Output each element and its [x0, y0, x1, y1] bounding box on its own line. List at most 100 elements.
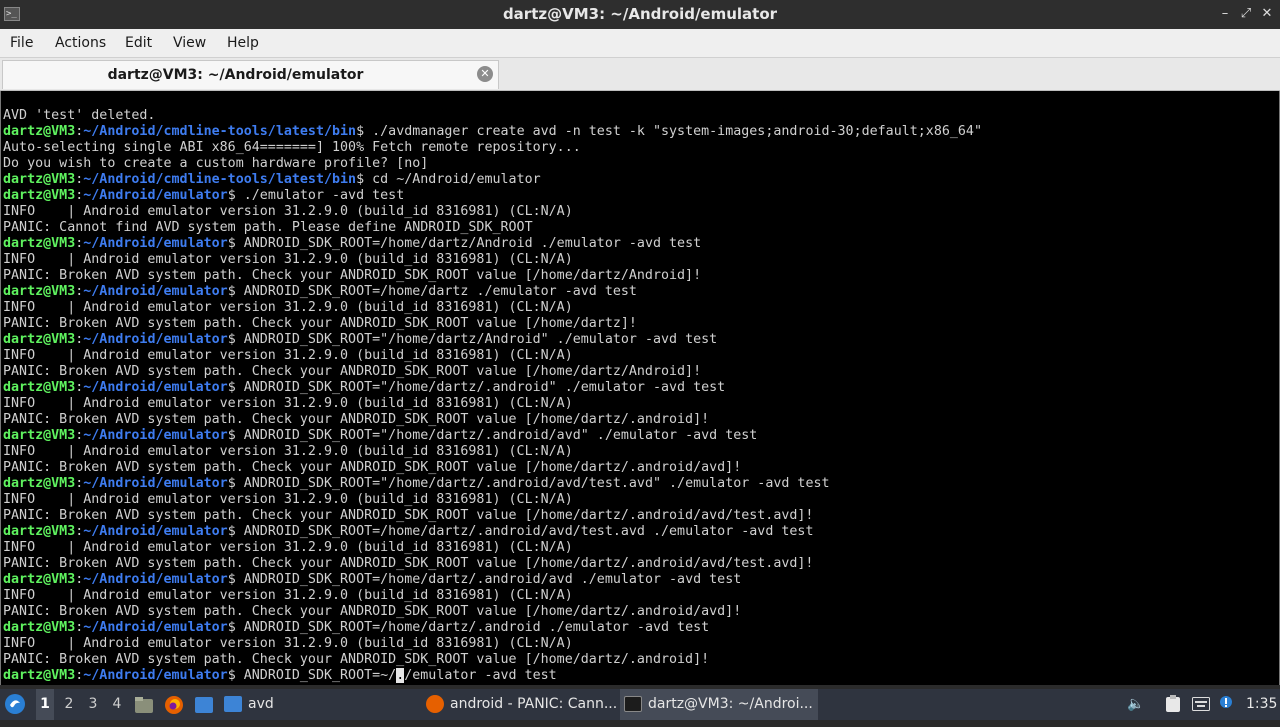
terminal-line: dartz@VM3:~/Android/emulator$ ANDROID_SD…	[3, 284, 982, 300]
clipboard-icon[interactable]	[1162, 689, 1184, 720]
terminal-line: dartz@VM3:~/Android/cmdline-tools/latest…	[3, 172, 982, 188]
prompt-path: ~/Android/cmdline-tools/latest/bin	[83, 172, 357, 187]
output-text: INFO | Android emulator version 31.2.9.0…	[3, 252, 573, 267]
command-text: ./avdmanager create avd -n test -k "syst…	[364, 124, 982, 139]
start-menu-icon[interactable]	[4, 689, 28, 720]
terminal-line: PANIC: Broken AVD system path. Check you…	[3, 460, 982, 476]
menu-edit[interactable]: Edit	[125, 29, 152, 57]
terminal-line: PANIC: Broken AVD system path. Check you…	[3, 604, 982, 620]
output-text: PANIC: Broken AVD system path. Check you…	[3, 268, 702, 283]
maximize-icon[interactable]: ⤢	[1238, 6, 1254, 22]
command-text: ANDROID_SDK_ROOT="/home/dartz/.android/a…	[235, 428, 758, 443]
output-text: INFO | Android emulator version 31.2.9.0…	[3, 300, 573, 315]
terminal-line: PANIC: Broken AVD system path. Check you…	[3, 268, 982, 284]
task-terminal[interactable]: dartz@VM3: ~/Androi...	[620, 689, 818, 720]
output-text: INFO | Android emulator version 31.2.9.0…	[3, 204, 573, 219]
menu-help[interactable]: Help	[227, 29, 259, 57]
command-text: ANDROID_SDK_ROOT="/home/dartz/Android" .…	[235, 332, 718, 347]
file-manager-icon[interactable]	[134, 689, 154, 720]
command-text: ANDROID_SDK_ROOT="/home/dartz/.android/a…	[235, 476, 830, 491]
terminal-line: dartz@VM3:~/Android/emulator$ ANDROID_SD…	[3, 524, 982, 540]
prompt-symbol: $	[227, 284, 236, 299]
prompt-path: ~/Android/emulator	[83, 380, 228, 395]
prompt-path: ~/Android/emulator	[83, 476, 228, 491]
clock[interactable]: 1:35	[1246, 689, 1278, 720]
prompt-symbol: $	[227, 188, 236, 203]
window-titlebar[interactable]: >_ dartz@VM3: ~/Android/emulator – ⤢ ✕	[0, 0, 1280, 29]
show-desktop-icon[interactable]	[194, 689, 214, 720]
command-text-after-cursor: /emulator -avd test	[404, 668, 557, 683]
prompt-user: dartz@VM3	[3, 620, 76, 635]
output-text: INFO | Android emulator version 31.2.9.0…	[3, 636, 573, 651]
prompt-path: ~/Android/emulator	[83, 236, 228, 251]
window-title: dartz@VM3: ~/Android/emulator	[502, 5, 778, 23]
menu-bar: File Actions Edit View Help	[0, 29, 1280, 58]
update-notifier-icon[interactable]	[1216, 689, 1236, 720]
output-text: PANIC: Broken AVD system path. Check you…	[3, 508, 814, 523]
terminal-line: INFO | Android emulator version 31.2.9.0…	[3, 444, 982, 460]
terminal-line: PANIC: Broken AVD system path. Check you…	[3, 556, 982, 572]
task-folder-avd[interactable]: avd	[224, 689, 344, 720]
close-circle-icon[interactable]: ✕	[477, 66, 493, 82]
terminal-lines: AVD 'test' deleted. dartz@VM3:~/Android/c…	[3, 108, 982, 684]
prompt-user: dartz@VM3	[3, 172, 76, 187]
prompt-path: ~/Android/emulator	[83, 524, 228, 539]
terminal-line: dartz@VM3:~/Android/emulator$ ANDROID_SD…	[3, 620, 982, 636]
prompt-path: ~/Android/emulator	[83, 668, 228, 683]
close-icon[interactable]: ✕	[1259, 6, 1275, 22]
terminal-line: dartz@VM3:~/Android/emulator$ ANDROID_SD…	[3, 236, 982, 252]
prompt-path: ~/Android/emulator	[83, 572, 228, 587]
terminal-line: INFO | Android emulator version 31.2.9.0…	[3, 204, 982, 220]
menu-view[interactable]: View	[173, 29, 206, 57]
menu-file[interactable]: File	[10, 29, 33, 57]
terminal-line: INFO | Android emulator version 31.2.9.0…	[3, 348, 982, 364]
output-text: PANIC: Broken AVD system path. Check you…	[3, 412, 710, 427]
terminal-line: Do you wish to create a custom hardware …	[3, 156, 982, 172]
terminal-icon	[624, 696, 642, 712]
prompt-user: dartz@VM3	[3, 236, 76, 251]
terminal-line: AVD 'test' deleted.	[3, 108, 982, 124]
output-text: PANIC: Broken AVD system path. Check you…	[3, 316, 637, 331]
task-terminal-label: dartz@VM3: ~/Androi...	[648, 696, 813, 712]
keyboard-icon[interactable]	[1190, 689, 1212, 720]
prompt-symbol: $	[227, 524, 236, 539]
terminal-line: INFO | Android emulator version 31.2.9.0…	[3, 588, 982, 604]
output-text: INFO | Android emulator version 31.2.9.0…	[3, 540, 573, 555]
prompt-user: dartz@VM3	[3, 572, 76, 587]
terminal-line: INFO | Android emulator version 31.2.9.0…	[3, 492, 982, 508]
prompt-user: dartz@VM3	[3, 476, 76, 491]
terminal-line: INFO | Android emulator version 31.2.9.0…	[3, 540, 982, 556]
task-firefox-label: android - PANIC: Cann...	[450, 696, 618, 712]
command-text: ANDROID_SDK_ROOT=/home/dartz/.android/av…	[235, 524, 814, 539]
task-firefox[interactable]: android - PANIC: Cann...	[422, 689, 618, 720]
output-text: PANIC: Broken AVD system path. Check you…	[3, 556, 814, 571]
output-text: INFO | Android emulator version 31.2.9.0…	[3, 348, 573, 363]
tab-terminal[interactable]: dartz@VM3: ~/Android/emulator ✕	[2, 60, 499, 89]
terminal-output[interactable]: AVD 'test' deleted. dartz@VM3:~/Android/c…	[0, 91, 1280, 685]
terminal-line: PANIC: Broken AVD system path. Check you…	[3, 652, 982, 668]
output-text: INFO | Android emulator version 31.2.9.0…	[3, 492, 573, 507]
menu-actions[interactable]: Actions	[55, 29, 106, 57]
volume-icon[interactable]: 🔈	[1126, 689, 1146, 720]
terminal-line: dartz@VM3:~/Android/emulator$ ANDROID_SD…	[3, 476, 982, 492]
workspace-4[interactable]: 4	[109, 689, 125, 720]
folder-icon	[224, 696, 242, 712]
prompt-user: dartz@VM3	[3, 380, 76, 395]
command-text: ANDROID_SDK_ROOT="/home/dartz/.android" …	[235, 380, 726, 395]
command-text: cd ~/Android/emulator	[364, 172, 541, 187]
prompt-user: dartz@VM3	[3, 524, 76, 539]
workspace-2[interactable]: 2	[61, 689, 77, 720]
minimize-icon[interactable]: –	[1217, 6, 1233, 22]
firefox-icon[interactable]	[164, 689, 184, 720]
terminal-line: INFO | Android emulator version 31.2.9.0…	[3, 300, 982, 316]
workspace-3[interactable]: 3	[85, 689, 101, 720]
workspace-1[interactable]: 1	[36, 689, 54, 720]
output-text: INFO | Android emulator version 31.2.9.0…	[3, 588, 573, 603]
prompt-path: ~/Android/emulator	[83, 188, 228, 203]
prompt-user: dartz@VM3	[3, 668, 76, 683]
prompt-path: ~/Android/emulator	[83, 620, 228, 635]
terminal-line: INFO | Android emulator version 31.2.9.0…	[3, 252, 982, 268]
prompt-user: dartz@VM3	[3, 332, 76, 347]
terminal-line: dartz@VM3:~/Android/emulator$ ANDROID_SD…	[3, 380, 982, 396]
taskbar: 1 2 3 4 avd android - PANIC: Cann... dar…	[0, 689, 1280, 720]
